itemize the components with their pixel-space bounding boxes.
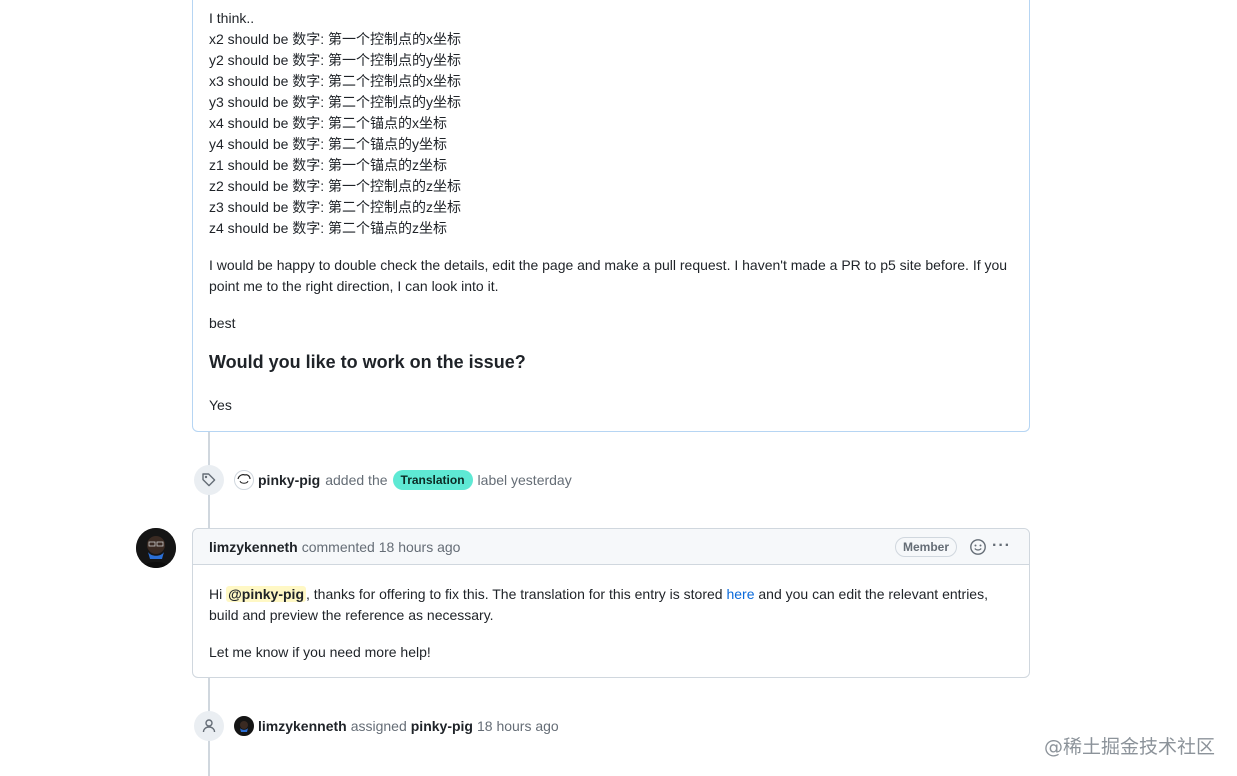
paragraph-line: point me to the right direction, I can l… [209,278,499,294]
body-line: y2 should be 数字: 第一个控制点的y坐标 [209,52,462,68]
body-line: Hi @pinky-pig, thanks for offering to fi… [209,584,1009,605]
author-link[interactable]: limzykenneth [209,539,298,555]
body-line: z2 should be 数字: 第一个控制点的z坐标 [209,178,462,194]
body-line: I think.. [209,10,255,26]
comment: limzykenneth commented 18 hours ago Memb… [192,528,1030,678]
member-badge: Member [894,537,957,557]
comment-body: I think.. x2 should be 数字: 第一个控制点的x坐标 y2… [209,8,1013,239]
assign-event: limzykenneth assigned pinky-pig 18 hours… [192,710,559,742]
body-line: y3 should be 数字: 第二个控制点的y坐标 [209,94,462,110]
body-line: y4 should be 数字: 第二个锚点的y坐标 [209,136,448,152]
body-line: z1 should be 数字: 第一个锚点的z坐标 [209,157,448,173]
body-line: x4 should be 数字: 第二个锚点的x坐标 [209,115,448,131]
avatar[interactable] [136,528,176,568]
comment-paragraph: I would be happy to double check the det… [209,255,1009,297]
sign-off: best [209,315,236,331]
body-line: x3 should be 数字: 第二个控制点的x坐标 [209,73,462,89]
assignee-link[interactable]: pinky-pig [411,718,473,734]
paragraph-line: I would be happy to double check the det… [209,257,1008,273]
comment-paragraph: Let me know if you need more help! [209,644,431,660]
body-line: z4 should be 数字: 第二个锚点的z坐标 [209,220,448,236]
label-event: pinky-pig added the Translation label ye… [192,464,572,496]
event-suffix: label yesterday [477,472,572,488]
person-icon [194,711,224,741]
user-mention[interactable]: @pinky-pig [226,586,306,602]
avatar[interactable] [234,716,254,736]
here-link[interactable]: here [726,586,754,602]
comment-meta[interactable]: commented 18 hours ago [302,539,461,555]
answer-text: Yes [209,397,232,413]
comment-header: limzykenneth commented 18 hours ago Memb… [193,529,1029,565]
body-text: and you can edit the relevant entries, [754,586,988,602]
actor-link[interactable]: limzykenneth [258,718,347,734]
body-line: z3 should be 数字: 第二个控制点的z坐标 [209,199,462,215]
actor-link[interactable]: pinky-pig [258,472,320,488]
smiley-icon[interactable] [969,538,987,556]
body-text: , thanks for offering to fix this. The t… [306,586,727,602]
comment-body: Hi @pinky-pig, thanks for offering to fi… [209,584,1009,626]
body-line: x2 should be 数字: 第一个控制点的x坐标 [209,31,462,47]
event-action: added the [325,472,388,488]
issue-body-comment: I think.. x2 should be 数字: 第一个控制点的x坐标 y2… [192,0,1030,432]
event-action: assigned [350,718,407,734]
body-line: build and preview the reference as neces… [209,607,494,623]
event-time[interactable]: 18 hours ago [477,718,559,734]
avatar[interactable] [234,470,254,490]
watermark: @稀土掘金技术社区 [1043,736,1215,758]
translation-label[interactable]: Translation [392,470,473,490]
body-text: Hi [209,586,227,602]
tag-icon [194,465,224,495]
kebab-horizontal-icon[interactable]: ··· [992,537,1011,555]
section-heading: Would you like to work on the issue? [209,352,526,372]
